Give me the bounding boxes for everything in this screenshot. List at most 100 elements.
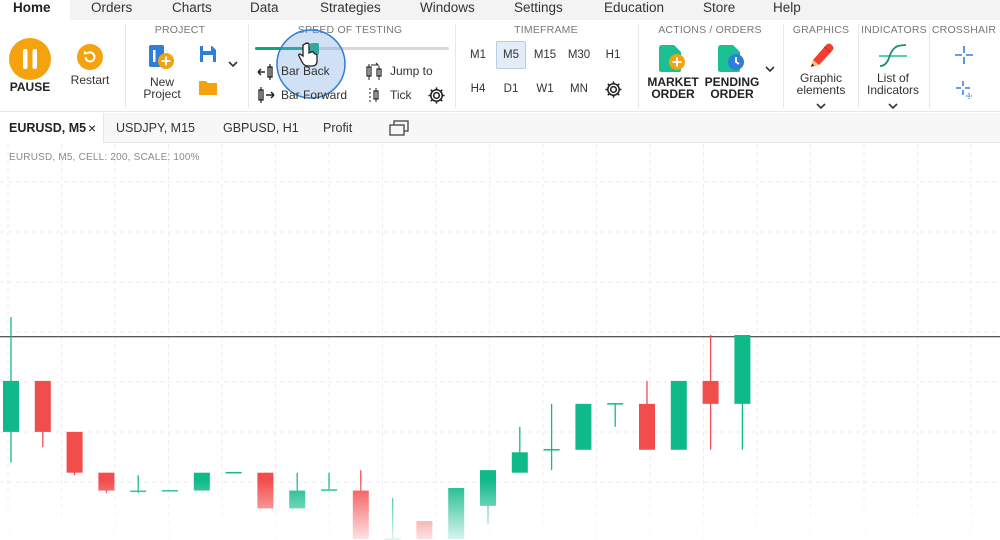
candle [34,380,51,448]
candle [257,472,274,509]
candlestick-chart[interactable] [0,144,1000,540]
timeframe-h4[interactable]: H4 [463,75,493,103]
timeframe-settings-button[interactable] [604,80,623,104]
candle [225,471,242,474]
jump-to-label[interactable]: Jump to [390,65,433,78]
candle [66,431,83,476]
jump-to-icon [366,62,382,80]
chart-grid [0,144,1000,540]
menu-charts[interactable]: Charts [172,0,212,20]
candle-body [66,431,83,473]
timeframe-w1[interactable]: W1 [530,75,560,103]
candle-body [162,490,178,492]
market-order-label-2: ORDER [651,87,695,101]
open-project-button[interactable] [199,79,217,100]
candle-body [575,403,592,450]
candle [130,475,147,494]
bar-back-icon [257,64,273,80]
timeframe-m1[interactable]: M1 [463,41,493,69]
candle [702,335,719,450]
menu-education[interactable]: Education [604,0,664,20]
candle-body [193,472,210,491]
close-tab-icon[interactable]: × [88,113,96,143]
candle [193,472,210,491]
actions-group-title: ACTIONS / ORDERS [658,24,762,36]
ribbon-separator [455,24,456,108]
restart-button[interactable] [77,44,103,75]
windows-tile-icon [389,120,409,136]
chart-info-label: EURUSD, M5, CELL: 200, SCALE: 100% [9,152,200,163]
timeframe-mn[interactable]: MN [564,75,594,103]
candle [162,490,178,492]
graphics-group-title: GRAPHICS [792,24,850,36]
timeframe-m30[interactable]: M30 [564,41,594,69]
project-group-title: PROJECT [154,24,206,36]
crosshair-button[interactable] [955,46,973,69]
tile-windows-button[interactable] [389,120,409,141]
timeframe-m5[interactable]: M5 [496,41,526,69]
ribbon-separator [638,24,639,108]
menu-settings[interactable]: Settings [514,0,563,20]
bar-back-label[interactable]: Bar Back [281,65,330,78]
crosshair-snap-button[interactable] [955,80,975,105]
orders-dropdown-button[interactable] [765,61,775,79]
timeframe-d1[interactable]: D1 [496,75,526,103]
chevron-down-icon [765,66,775,73]
candle-body [416,521,433,539]
candle-body [702,380,719,404]
timeframe-m15[interactable]: M15 [530,41,560,69]
candle-body [607,403,624,405]
tick-button[interactable] [367,86,383,109]
menu-store[interactable]: Store [703,0,735,20]
menu-help[interactable]: Help [773,0,801,20]
pause-button[interactable] [9,38,51,85]
market-order-button[interactable] [657,44,687,79]
pending-order-button[interactable] [716,44,746,79]
tab-profit[interactable]: Profit [323,113,352,143]
menu-data[interactable]: Data [250,0,279,20]
candle [607,403,624,427]
save-button[interactable] [199,45,217,68]
menu-windows[interactable]: Windows [420,0,475,20]
crosshair-icon [955,46,973,64]
candle-body [448,488,465,539]
indicators-group-title: INDICATORS [861,24,927,36]
tab-eurusd-m5[interactable]: EURUSD, M5 × [0,113,104,143]
tab-gbpusd-h1[interactable]: GBPUSD, H1 [223,113,299,143]
market-order-icon [659,45,685,72]
chart-tab-bar: EURUSD, M5 × USDJPY, M15 GBPUSD, H1 Prof… [0,113,1000,143]
candle-body [511,452,528,473]
chart-area[interactable]: EURUSD, M5, CELL: 200, SCALE: 100% [0,144,1000,540]
candle-body [130,490,147,493]
menu-orders[interactable]: Orders [91,0,132,20]
timeframe-h1[interactable]: H1 [598,41,628,69]
pending-order-icon [718,45,744,72]
pause-label: PAUSE [9,80,51,94]
bar-forward-icon [258,87,275,103]
save-dropdown-button[interactable] [228,56,238,74]
restart-label: Restart [70,73,110,87]
candle [3,317,19,463]
speed-settings-button[interactable] [427,86,446,110]
ribbon-separator [929,24,930,108]
candle [480,470,496,524]
tick-label[interactable]: Tick [390,89,412,102]
candle [734,335,751,450]
candle-body [321,489,337,491]
candle [98,472,115,494]
bar-forward-label[interactable]: Bar Forward [281,89,347,102]
crosshair-snap-icon [956,81,972,99]
new-project-icon [149,45,174,69]
tab-usdjpy-m15[interactable]: USDJPY, M15 [116,113,195,143]
bar-forward-button[interactable] [256,87,276,108]
save-icon [200,46,216,62]
jump-to-button[interactable] [365,62,385,87]
new-project-button[interactable] [148,44,176,77]
menu-home[interactable]: Home [0,0,70,20]
candle-body [639,403,655,450]
candle-body [543,448,560,451]
candle [670,380,687,450]
bar-back-button[interactable] [256,64,276,85]
menu-strategies[interactable]: Strategies [320,0,381,20]
pause-icon [9,38,51,80]
